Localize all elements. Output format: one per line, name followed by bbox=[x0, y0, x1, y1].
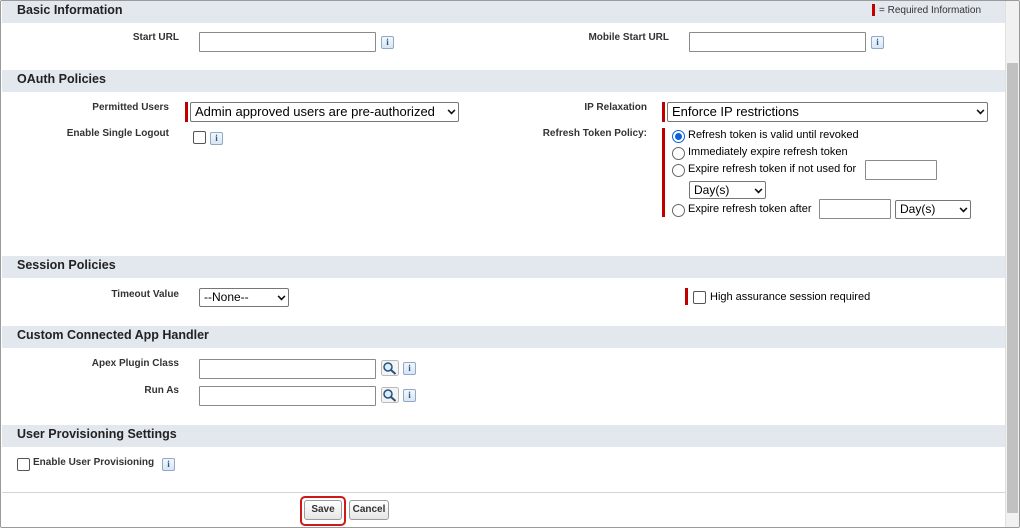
section-custom-handler: Custom Connected App Handler bbox=[2, 326, 1005, 348]
refresh-option-expire-immediately-radio[interactable] bbox=[672, 147, 685, 160]
mobile-start-url-info-icon[interactable]: i bbox=[871, 36, 884, 49]
save-button[interactable]: Save bbox=[304, 500, 342, 520]
apex-plugin-class-label: Apex Plugin Class bbox=[91, 358, 179, 369]
mobile-start-url-label: Mobile Start URL bbox=[588, 32, 669, 43]
refresh-option-valid-until-revoked-radio[interactable] bbox=[672, 130, 685, 143]
section-title: OAuth Policies bbox=[17, 72, 106, 86]
ip-relaxation-select[interactable]: Enforce IP restrictions bbox=[667, 102, 988, 122]
refresh-token-policy-label: Refresh Token Policy: bbox=[542, 128, 647, 139]
permitted-users-value: Admin approved users are pre-authorized bbox=[195, 104, 435, 119]
timeout-value-label: Timeout Value bbox=[111, 289, 179, 300]
after-unit-value: Day(s) bbox=[900, 202, 936, 216]
refresh-option-expire-after-radio[interactable] bbox=[672, 204, 685, 217]
cancel-button[interactable]: Cancel bbox=[349, 500, 389, 520]
high-assurance-label: High assurance session required bbox=[710, 291, 871, 303]
required-marker bbox=[185, 102, 188, 122]
section-basic-information: Basic Information = Required Information bbox=[2, 1, 1005, 23]
section-title: Custom Connected App Handler bbox=[17, 328, 209, 342]
chevron-down-icon bbox=[447, 106, 456, 115]
chevron-down-icon bbox=[277, 292, 286, 301]
run-as-info-icon[interactable]: i bbox=[403, 389, 416, 402]
section-title: Basic Information bbox=[17, 3, 123, 17]
refresh-option-label: Expire refresh token if not used for bbox=[688, 163, 857, 175]
section-user-provisioning: User Provisioning Settings bbox=[2, 425, 1005, 447]
required-marker bbox=[662, 128, 665, 217]
required-legend: = Required Information bbox=[872, 4, 981, 16]
single-logout-label: Enable Single Logout bbox=[66, 128, 169, 139]
enable-user-provisioning-info-icon[interactable]: i bbox=[162, 458, 175, 471]
timeout-value: --None-- bbox=[204, 290, 249, 304]
unused-duration-input[interactable] bbox=[865, 160, 937, 180]
section-session-policies: Session Policies bbox=[2, 256, 1005, 278]
refresh-option-label: Expire refresh token after bbox=[688, 203, 812, 215]
high-assurance-checkbox[interactable] bbox=[693, 291, 706, 304]
single-logout-info-icon[interactable]: i bbox=[210, 132, 223, 145]
run-as-label: Run As bbox=[144, 385, 179, 396]
enable-user-provisioning-label: Enable User Provisioning bbox=[33, 457, 155, 468]
permitted-users-label: Permitted Users bbox=[92, 102, 169, 113]
permitted-users-select[interactable]: Admin approved users are pre-authorized bbox=[190, 102, 459, 122]
required-marker bbox=[662, 102, 665, 122]
chevron-down-icon bbox=[754, 185, 763, 194]
lookup-magnifier-icon[interactable] bbox=[381, 360, 399, 376]
ip-relaxation-label: IP Relaxation bbox=[584, 102, 647, 113]
refresh-option-label: Immediately expire refresh token bbox=[688, 146, 848, 158]
required-marker-icon bbox=[872, 4, 875, 16]
enable-user-provisioning-checkbox[interactable] bbox=[17, 458, 30, 471]
start-url-info-icon[interactable]: i bbox=[381, 36, 394, 49]
section-title: Session Policies bbox=[17, 258, 116, 272]
expire-after-duration-input[interactable] bbox=[819, 199, 891, 219]
required-legend-text: = Required Information bbox=[879, 4, 982, 16]
required-marker bbox=[685, 288, 688, 305]
timeout-value-select[interactable]: --None-- bbox=[199, 288, 289, 307]
scrollbar-thumb[interactable] bbox=[1007, 63, 1018, 513]
start-url-input[interactable] bbox=[199, 32, 376, 52]
single-logout-checkbox[interactable] bbox=[193, 131, 206, 144]
unused-unit-value: Day(s) bbox=[694, 183, 730, 197]
chevron-down-icon bbox=[959, 204, 968, 213]
refresh-option-expire-if-unused-radio[interactable] bbox=[672, 164, 685, 177]
start-url-label: Start URL bbox=[132, 32, 179, 43]
apex-plugin-class-info-icon[interactable]: i bbox=[403, 362, 416, 375]
ip-relaxation-value: Enforce IP restrictions bbox=[672, 104, 799, 119]
apex-plugin-class-input[interactable] bbox=[199, 359, 376, 379]
run-as-input[interactable] bbox=[199, 386, 376, 406]
mobile-start-url-input[interactable] bbox=[689, 32, 866, 52]
lookup-magnifier-icon[interactable] bbox=[381, 387, 399, 403]
button-bar bbox=[2, 492, 1005, 527]
refresh-option-label: Refresh token is valid until revoked bbox=[688, 129, 859, 141]
connected-app-form: Basic Information = Required Information… bbox=[0, 0, 1020, 528]
expire-after-unit-select[interactable]: Day(s) bbox=[895, 200, 971, 219]
section-oauth-policies: OAuth Policies bbox=[2, 70, 1005, 92]
chevron-down-icon bbox=[976, 106, 985, 115]
section-title: User Provisioning Settings bbox=[17, 427, 177, 441]
unused-duration-unit-select[interactable]: Day(s) bbox=[689, 181, 766, 199]
